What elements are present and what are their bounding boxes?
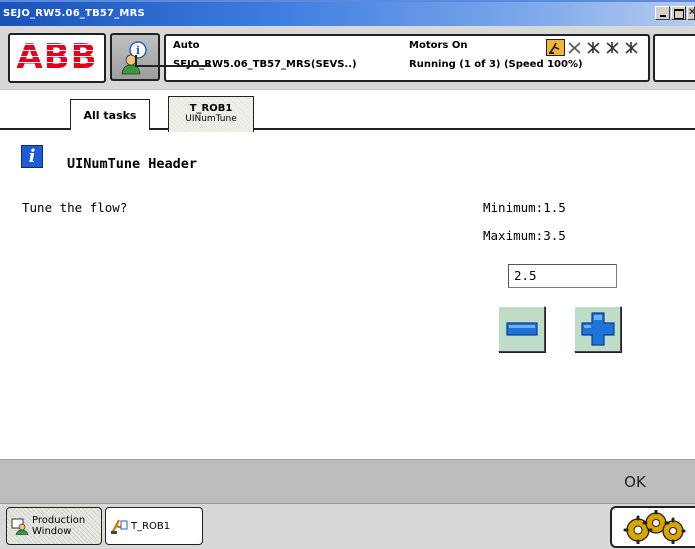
- plus-icon: [580, 312, 615, 346]
- operating-mode: Auto: [173, 40, 200, 51]
- production-window-icon: [11, 518, 29, 535]
- mechanical-units: [546, 39, 641, 56]
- quickset-gears-icon: [623, 510, 685, 544]
- window-title: SEJO_RW5.06_TB57_MRS: [3, 8, 145, 19]
- status-panel[interactable]: Auto SEJO_RW5.06_TB57_MRS(SEVS..) Motors…: [164, 34, 650, 82]
- tab-all-tasks-label: All tasks: [83, 108, 137, 122]
- execution-state: Running (1 of 3) (Speed 100%): [409, 59, 583, 70]
- command-bar: OK: [0, 459, 695, 503]
- taskbar-production-label-1: Production: [32, 515, 86, 526]
- robot-arm-icon: [603, 39, 622, 56]
- robot-arm-icon: [584, 39, 603, 56]
- taskbar-t-rob1[interactable]: T_ROB1: [105, 507, 203, 545]
- ok-button[interactable]: OK: [580, 460, 690, 504]
- task-tabs: All tasks T_ROB1 UINumTune: [0, 55, 695, 132]
- maximum-label: Maximum:3.5: [483, 228, 566, 243]
- program-editor-icon: [111, 519, 128, 534]
- status-header: ABB i Auto SEJO_RW5.06_TB57_MRS(SEVS..) …: [0, 26, 695, 90]
- window-title-bar: SEJO_RW5.06_TB57_MRS ✕: [0, 0, 695, 26]
- abb-logo: ABB: [16, 37, 98, 77]
- maximize-button[interactable]: [671, 6, 686, 20]
- dialog-header: UINumTune Header: [67, 156, 198, 172]
- increase-button[interactable]: [574, 306, 621, 352]
- tab-t-rob1[interactable]: T_ROB1 UINumTune: [168, 96, 254, 132]
- robot-arm-icon: [546, 39, 565, 56]
- taskbar-production-window[interactable]: Production Window: [6, 507, 102, 545]
- abb-menu-button[interactable]: ABB: [8, 33, 106, 83]
- motors-state: Motors On: [409, 40, 468, 51]
- value-input[interactable]: 2.5: [508, 264, 617, 288]
- taskbar: Production Window T_ROB1: [0, 503, 695, 549]
- minimize-button[interactable]: [655, 6, 670, 20]
- tab-task-name: T_ROB1: [189, 103, 233, 114]
- taskbar-production-label-2: Window: [32, 526, 72, 537]
- decrease-button[interactable]: [498, 306, 545, 352]
- status-extra-panel[interactable]: [653, 34, 695, 82]
- tab-routine-name: UINumTune: [185, 114, 237, 124]
- taskbar-t-rob1-label: T_ROB1: [131, 520, 171, 532]
- dialog-content: i UINumTune Header Tune the flow? Minimu…: [0, 131, 695, 459]
- robot-arm-icon: [622, 39, 641, 56]
- info-icon: i: [21, 145, 43, 168]
- window-controls: ✕: [655, 6, 695, 20]
- tab-all-tasks[interactable]: All tasks: [70, 99, 150, 130]
- minus-icon: [505, 322, 538, 336]
- robot-arm-icon: [565, 39, 584, 56]
- close-button[interactable]: ✕: [687, 6, 695, 20]
- quickset-button[interactable]: [610, 506, 695, 548]
- minimum-label: Minimum:1.5: [483, 200, 566, 215]
- dialog-question: Tune the flow?: [22, 200, 128, 215]
